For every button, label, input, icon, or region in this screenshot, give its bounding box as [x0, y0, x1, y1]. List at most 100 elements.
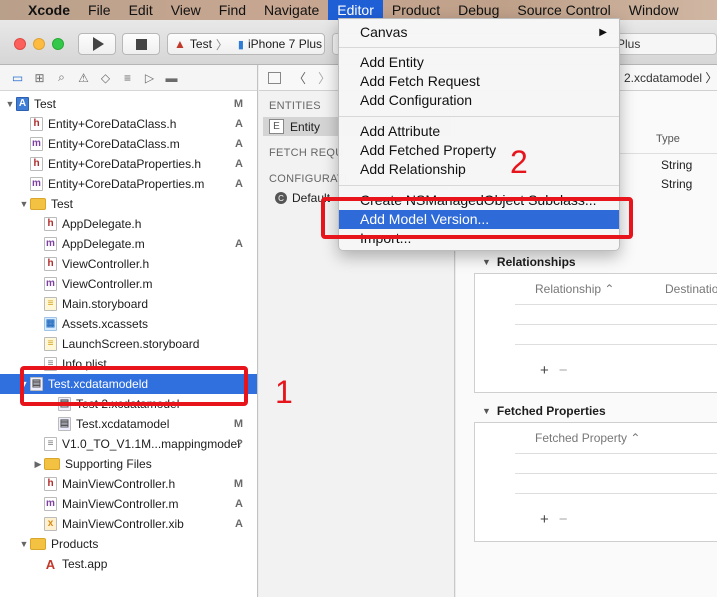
- menu-file[interactable]: File: [79, 0, 120, 20]
- file-tree-row[interactable]: h ViewController.h: [0, 254, 257, 274]
- menu-view[interactable]: View: [162, 0, 210, 20]
- entity-label: Entity: [290, 119, 321, 134]
- remove-fetched-property-button[interactable]: −: [559, 511, 568, 528]
- relationships-section[interactable]: ▼ Relationships: [482, 255, 576, 269]
- minimize-window-button[interactable]: [33, 38, 45, 50]
- report-icon[interactable]: ▬: [164, 70, 179, 85]
- menu-find[interactable]: Find: [210, 0, 255, 20]
- source-control-status: M: [233, 98, 243, 110]
- hierarchy-icon[interactable]: ⊞: [32, 70, 47, 85]
- device-icon: ▮: [237, 38, 244, 51]
- zoom-window-button[interactable]: [52, 38, 64, 50]
- file-tree-label: Supporting Files: [65, 457, 152, 471]
- file-tree-row[interactable]: ≡ LaunchScreen.storyboard: [0, 334, 257, 354]
- breakpoint-icon[interactable]: ▷: [142, 70, 157, 85]
- file-tree-row[interactable]: m ViewController.m: [0, 274, 257, 294]
- file-tree-row[interactable]: ≡ Main.storyboard: [0, 294, 257, 314]
- fetched-properties-title: Fetched Properties: [496, 404, 606, 418]
- menu-debug[interactable]: Debug: [449, 0, 508, 20]
- fetched-property-column-header[interactable]: Fetched Property ⌃: [535, 431, 640, 445]
- annotation-box-add-model-version: [321, 197, 633, 239]
- back-arrow-icon[interactable]: 〈: [293, 68, 306, 87]
- stop-button[interactable]: [122, 33, 160, 55]
- relationship-column-header[interactable]: Relationship ⌃: [535, 282, 614, 296]
- disclosure-triangle-icon[interactable]: ▼: [18, 539, 30, 549]
- file-tree-row[interactable]: m AppDelegate.m A: [0, 234, 257, 254]
- menu-source-control[interactable]: Source Control: [508, 0, 619, 20]
- menu-window[interactable]: Window: [620, 0, 688, 20]
- file-tree-row[interactable]: h MainViewController.h M: [0, 474, 257, 494]
- add-fetched-property-button[interactable]: +: [540, 511, 549, 528]
- disclosure-triangle-icon[interactable]: ▼: [18, 199, 30, 209]
- folder-file-icon: [30, 538, 46, 550]
- file-tree-row[interactable]: m Entity+CoreDataProperties.m A: [0, 174, 257, 194]
- fetch-requests-header: FETCH REQU: [269, 147, 344, 159]
- sb-file-icon: ≡: [44, 337, 57, 351]
- scheme-selector[interactable]: ▲ Test 〉 ▮ iPhone 7 Plus: [167, 33, 325, 55]
- menu-xcode[interactable]: Xcode: [24, 0, 79, 20]
- app-file-icon: A: [45, 556, 56, 572]
- stop-icon: [135, 38, 147, 50]
- source-control-status: A: [235, 178, 243, 190]
- navigator-tabs: ▭ ⊞ ⌕ ⚠ ◇ ≡ ▷ ▬: [0, 65, 257, 91]
- file-tree-row[interactable]: ▤ Test.xcdatamodel M: [0, 414, 257, 434]
- remove-relationship-button[interactable]: −: [559, 362, 568, 379]
- disclosure-triangle-icon[interactable]: ▶: [32, 459, 44, 470]
- menu-item-add-attribute[interactable]: Add Attribute: [339, 122, 619, 141]
- file-tree-row[interactable]: ▼ Products: [0, 534, 257, 554]
- file-tree-row[interactable]: h AppDelegate.h: [0, 214, 257, 234]
- scheme-separator: 〉: [215, 37, 228, 52]
- attribute-type-1[interactable]: String: [661, 158, 692, 172]
- close-window-button[interactable]: [14, 38, 26, 50]
- file-tree-row[interactable]: h Entity+CoreDataProperties.h A: [0, 154, 257, 174]
- menu-navigate[interactable]: Navigate: [255, 0, 328, 20]
- file-tree-row[interactable]: ≡ V1.0_TO_V1.1M...mappingmodel?: [0, 434, 257, 454]
- warning-icon[interactable]: ⚠: [76, 70, 91, 85]
- menu-editor[interactable]: Editor: [328, 0, 383, 20]
- menu-item-add-fetched-property[interactable]: Add Fetched Property: [339, 141, 619, 160]
- file-tree-row[interactable]: h Entity+CoreDataClass.h A: [0, 114, 257, 134]
- file-tree-row[interactable]: ▶ Supporting Files: [0, 454, 257, 474]
- file-tree-label: LaunchScreen.storyboard: [62, 337, 200, 351]
- file-tree-label: ViewController.h: [62, 257, 150, 271]
- xib-file-icon: x: [44, 517, 57, 531]
- source-control-status: A: [235, 158, 243, 170]
- file-tree-row[interactable]: ▼ Test: [0, 194, 257, 214]
- fetched-properties-section[interactable]: ▼ Fetched Properties: [482, 404, 606, 418]
- file-tree-row[interactable]: m MainViewController.m A: [0, 494, 257, 514]
- m-file-icon: m: [44, 237, 57, 251]
- search-icon[interactable]: ⌕: [54, 70, 69, 85]
- test-icon[interactable]: ◇: [98, 70, 113, 85]
- menu-edit[interactable]: Edit: [120, 0, 162, 20]
- menu-item-add-configuration[interactable]: Add Configuration: [339, 91, 619, 110]
- file-tree-label: MainViewController.xib: [62, 517, 184, 531]
- run-button[interactable]: [78, 33, 116, 55]
- folder-icon[interactable]: ▭: [10, 70, 25, 85]
- attribute-type-2[interactable]: String: [661, 177, 692, 191]
- source-control-status: A: [235, 518, 243, 530]
- menu-item-canvas-label: Canvas: [360, 24, 408, 40]
- file-tree-row[interactable]: m Entity+CoreDataClass.m A: [0, 134, 257, 154]
- menu-product[interactable]: Product: [383, 0, 449, 20]
- file-tree-label: Main.storyboard: [62, 297, 149, 311]
- h-file-icon: h: [44, 477, 57, 491]
- add-relationship-button[interactable]: +: [540, 362, 549, 379]
- type-column-header: Type: [656, 133, 680, 145]
- disclosure-triangle-icon[interactable]: ▼: [4, 99, 16, 109]
- activity-text: Plus: [617, 37, 641, 51]
- jump-path[interactable]: 2.xcdatamodel 〉: [624, 69, 717, 86]
- source-control-status: M: [233, 478, 243, 490]
- file-tree-row[interactable]: A Test.app: [0, 554, 257, 574]
- forward-arrow-icon[interactable]: 〉: [318, 68, 331, 87]
- destination-column-header[interactable]: Destinatio: [665, 282, 717, 296]
- related-items-icon[interactable]: [268, 71, 281, 84]
- menu-item-add-relationship[interactable]: Add Relationship: [339, 160, 619, 179]
- menu-item-add-fetch-request[interactable]: Add Fetch Request: [339, 72, 619, 91]
- menu-item-canvas[interactable]: Canvas ▶: [339, 23, 619, 42]
- file-tree-label: Entity+CoreDataClass.m: [48, 137, 180, 151]
- menu-item-add-entity[interactable]: Add Entity: [339, 53, 619, 72]
- file-tree-row[interactable]: x MainViewController.xib A: [0, 514, 257, 534]
- debug-icon[interactable]: ≡: [120, 70, 135, 85]
- file-tree-row[interactable]: ▦ Assets.xcassets: [0, 314, 257, 334]
- file-tree-row[interactable]: ▼ A Test M: [0, 94, 257, 114]
